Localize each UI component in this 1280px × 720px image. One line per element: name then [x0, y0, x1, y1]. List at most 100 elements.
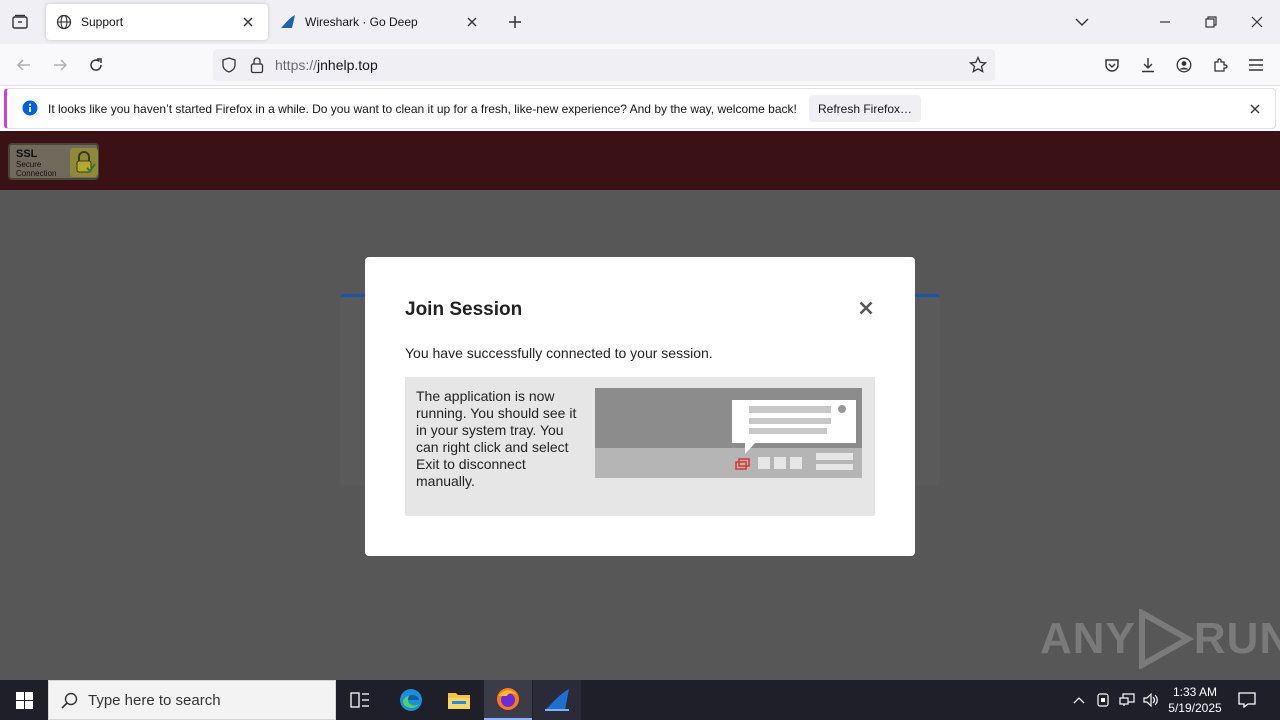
reload-icon: [90, 58, 102, 71]
network-icon: [1119, 693, 1135, 706]
firefox-taskbar-button[interactable]: [484, 680, 532, 720]
search-icon: [61, 692, 78, 709]
tab-wireshark[interactable]: Wireshark · Go Deep: [270, 4, 492, 40]
url-text[interactable]: https://jnhelp.top: [275, 57, 378, 73]
puzzle-icon: [1214, 58, 1228, 72]
padlock-icon: [70, 148, 98, 177]
info-box-text: The application is now running. You shou…: [416, 388, 577, 489]
hamburger-menu-icon: [1249, 59, 1263, 71]
info-icon: [22, 100, 38, 116]
action-center-icon: [1238, 692, 1256, 708]
system-tray-illustration: [595, 388, 862, 478]
ssl-secure-badge: SSL Secure Connection: [8, 143, 99, 180]
tab-close-button[interactable]: [462, 12, 482, 32]
close-icon: [859, 301, 873, 315]
network-tray-button[interactable]: [1116, 680, 1138, 720]
url-protocol: https://: [275, 57, 318, 73]
taskbar-clock[interactable]: 1:33 AM 5/19/2025: [1162, 684, 1228, 716]
edge-taskbar-button[interactable]: [387, 680, 435, 720]
modal-title: Join Session: [405, 299, 523, 320]
ssl-badge-title: SSL: [16, 148, 38, 160]
volume-tray-button[interactable]: [1140, 680, 1162, 720]
refresh-firefox-notification: It looks like you haven’t started Firefo…: [4, 88, 1276, 129]
task-view-button[interactable]: [336, 680, 384, 720]
browser-tab-bar: Support Wireshark · Go Deep: [0, 0, 1280, 44]
close-icon: [1251, 16, 1263, 28]
wireshark-taskbar-button[interactable]: [533, 680, 581, 720]
downloads-button[interactable]: [1134, 51, 1162, 79]
back-button[interactable]: [10, 51, 38, 79]
download-icon: [1142, 58, 1154, 73]
minimize-icon: [1160, 21, 1170, 23]
chevron-down-icon: [1075, 18, 1089, 26]
window-close-button[interactable]: [1243, 8, 1271, 36]
ssl-badge-subtitle: Secure Connection: [16, 160, 57, 178]
new-tab-button[interactable]: [503, 10, 527, 34]
start-button[interactable]: [0, 680, 48, 720]
minimize-button[interactable]: [1151, 8, 1179, 36]
task-view-icon: [350, 692, 369, 708]
search-placeholder: Type here to search: [88, 691, 221, 709]
close-icon: [1250, 104, 1260, 114]
refresh-firefox-button[interactable]: Refresh Firefox…: [809, 95, 921, 122]
clock-date: 5/19/2025: [1168, 701, 1222, 715]
app-menu-button[interactable]: [1242, 51, 1270, 79]
reload-button[interactable]: [82, 51, 110, 79]
tracking-protection-shield-icon[interactable]: [221, 57, 237, 73]
arrow-right-icon: [54, 59, 68, 71]
tray-app-button[interactable]: [1093, 680, 1113, 720]
tab-title: Support: [81, 15, 124, 29]
lock-icon[interactable]: [249, 56, 265, 74]
modal-message: You have successfully connected to your …: [405, 345, 713, 361]
account-icon: [1176, 57, 1192, 73]
arrow-left-icon: [16, 59, 30, 71]
globe-icon: [56, 14, 72, 30]
notification-close-button[interactable]: [1245, 99, 1265, 119]
info-box: The application is now running. You shou…: [405, 377, 875, 516]
url-host: jnhelp.top: [317, 57, 378, 73]
restore-button[interactable]: [1197, 8, 1225, 36]
speaker-icon: [1143, 693, 1158, 707]
windows-logo-icon: [15, 691, 33, 709]
url-bar[interactable]: https://jnhelp.top: [213, 49, 995, 81]
anyrun-watermark: ANY RUN: [1040, 609, 1280, 669]
firefox-view-icon: [12, 14, 28, 29]
firefox-icon: [497, 688, 519, 710]
notification-message: It looks like you haven’t started Firefo…: [48, 102, 797, 116]
join-session-modal: Join Session You have successfully conne…: [365, 257, 915, 556]
show-hidden-icons-button[interactable]: [1068, 680, 1090, 720]
close-icon: [467, 17, 477, 27]
watermark-text-left: ANY: [1040, 614, 1136, 663]
wireshark-fin-icon: [281, 15, 295, 28]
close-icon: [243, 17, 253, 27]
forward-button[interactable]: [46, 51, 74, 79]
edge-icon: [400, 689, 422, 711]
pocket-button[interactable]: [1098, 51, 1126, 79]
chevron-up-icon: [1073, 697, 1085, 704]
tray-device-icon: [1097, 693, 1109, 707]
list-all-tabs-button[interactable]: [1068, 8, 1096, 36]
pocket-icon: [1105, 59, 1119, 72]
account-button[interactable]: [1170, 51, 1198, 79]
plus-icon: [509, 16, 521, 28]
restore-icon: [1205, 16, 1217, 28]
clock-time: 1:33 AM: [1172, 685, 1218, 699]
modal-close-button[interactable]: [855, 297, 877, 319]
taskbar-search-box[interactable]: Type here to search: [48, 680, 336, 720]
notifications-button[interactable]: [1232, 680, 1262, 720]
file-explorer-taskbar-button[interactable]: [435, 680, 483, 720]
tab-support[interactable]: Support: [46, 4, 268, 40]
file-explorer-icon: [448, 693, 470, 709]
tab-title: Wireshark · Go Deep: [305, 15, 418, 29]
windows-taskbar: Type here to search 1:33 AM 5/19/2025: [0, 680, 1280, 720]
play-logo-icon: [1138, 609, 1194, 669]
extensions-button[interactable]: [1206, 51, 1234, 79]
watermark-text-right: RUN: [1193, 614, 1280, 663]
page-content: SSL Secure Connection Join Session You ha…: [0, 131, 1280, 680]
site-header: SSL Secure Connection: [0, 131, 1280, 190]
bookmark-star-icon[interactable]: [969, 56, 987, 74]
tab-close-button[interactable]: [238, 12, 258, 32]
navigation-toolbar: https://jnhelp.top: [0, 44, 1280, 86]
firefox-view-button[interactable]: [6, 8, 34, 36]
wireshark-icon: [545, 689, 569, 711]
